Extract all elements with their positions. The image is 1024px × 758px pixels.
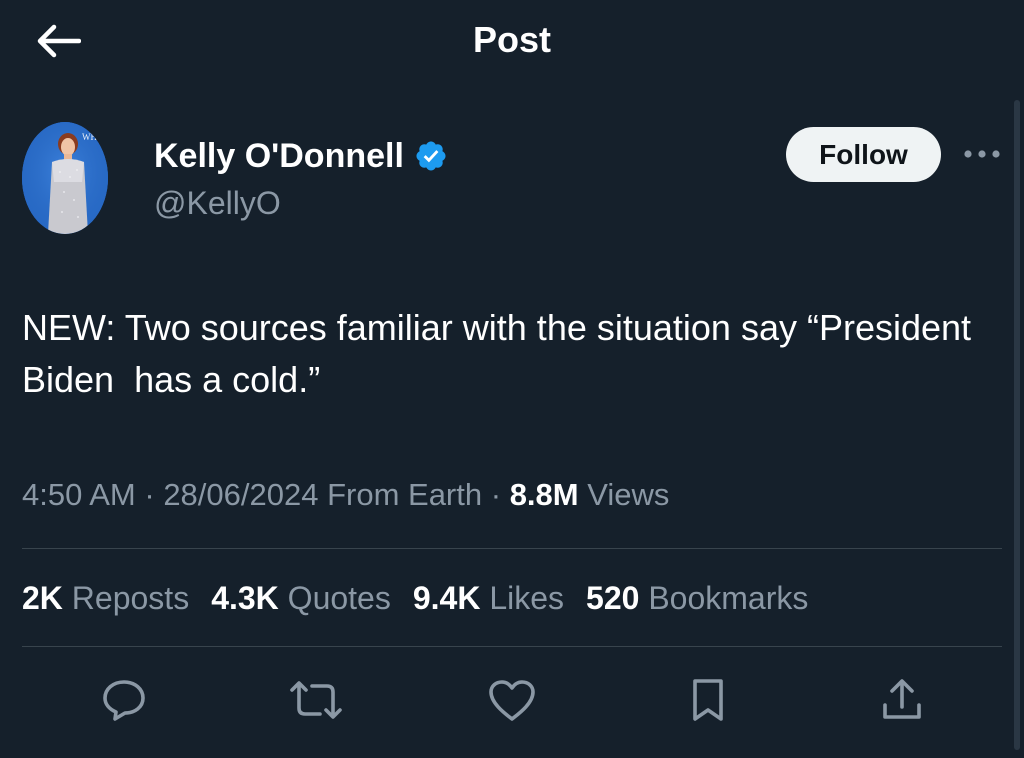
meta-separator: · <box>482 477 510 512</box>
stat-label: Bookmarks <box>639 580 809 616</box>
scrollbar[interactable] <box>1014 100 1020 750</box>
bookmark-button[interactable] <box>680 672 736 728</box>
avatar[interactable]: WHCA <box>22 122 108 234</box>
views-label: Views <box>578 477 670 512</box>
divider <box>22 646 1002 647</box>
stat-label: Likes <box>480 580 565 616</box>
tweet-date[interactable]: 28/06/2024 <box>163 477 318 512</box>
tweet-time[interactable]: 4:50 AM <box>22 477 136 512</box>
share-icon <box>883 679 921 719</box>
share-button[interactable] <box>874 672 930 728</box>
author-name-row[interactable]: Kelly O'Donnell <box>154 134 448 178</box>
repost-button[interactable] <box>288 672 344 728</box>
bookmark-icon <box>693 679 723 721</box>
tweet-meta: 4:50 AM · 28/06/2024 From Earth · 8.8M V… <box>22 474 669 516</box>
stat-count: 4.3K <box>211 580 279 616</box>
verified-badge-icon <box>414 139 448 173</box>
avatar-image: WHCA <box>22 122 108 234</box>
action-bar <box>0 672 1024 728</box>
stat-bookmarks[interactable]: 520 Bookmarks <box>586 576 808 620</box>
meta-separator: · <box>135 477 164 512</box>
page-title: Post <box>472 19 551 60</box>
stat-quotes[interactable]: 4.3K Quotes <box>211 576 391 620</box>
author-name[interactable]: Kelly O'Donnell <box>154 137 404 176</box>
heart-icon <box>489 680 535 721</box>
stat-count: 9.4K <box>412 580 481 616</box>
stat-count: 520 <box>586 580 640 616</box>
more-button[interactable] <box>960 140 1004 168</box>
more-horizontal-icon <box>964 150 1000 158</box>
follow-button[interactable]: Follow <box>786 127 941 182</box>
stat-likes[interactable]: 9.4K Likes <box>413 576 564 620</box>
stat-count: 2K <box>22 580 63 616</box>
reply-icon <box>103 680 145 721</box>
divider <box>22 548 1002 549</box>
like-button[interactable] <box>484 672 540 728</box>
author-handle[interactable]: @KellyO <box>154 183 281 223</box>
avatar-backdrop-text: WHCA <box>82 132 108 142</box>
repost-icon <box>290 681 342 719</box>
tweet-source: From Earth <box>318 477 483 512</box>
top-bar: Post <box>0 0 1024 84</box>
stat-label: Quotes <box>278 580 391 616</box>
reply-button[interactable] <box>96 672 152 728</box>
stat-reposts[interactable]: 2K Reposts <box>22 576 189 620</box>
tweet-text: NEW: Two sources familiar with the situa… <box>22 307 982 400</box>
stat-label: Reposts <box>62 580 190 616</box>
engagement-stats: 2K Reposts 4.3K Quotes 9.4K Likes 520 Bo… <box>22 576 830 620</box>
views-count: 8.8M <box>509 477 579 512</box>
